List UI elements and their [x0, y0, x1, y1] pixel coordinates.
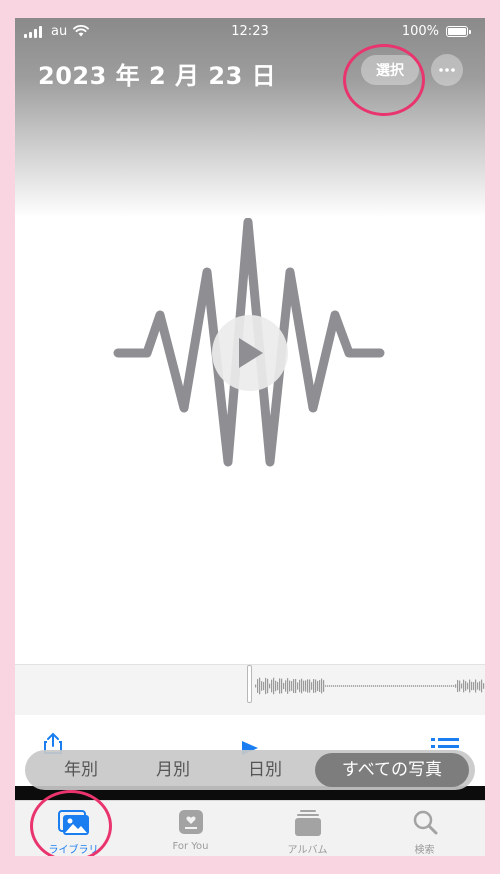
waveform-preview [255, 677, 485, 695]
battery-icon [446, 26, 471, 37]
search-icon [413, 810, 437, 835]
segment-years[interactable]: 年別 [39, 750, 123, 790]
view-segmented-control: 年別 月別 日別 すべての写真 [25, 750, 475, 790]
segment-months[interactable]: 月別 [131, 750, 215, 790]
tab-label-search: 検索 [414, 845, 435, 856]
more-button[interactable] [431, 54, 463, 86]
page-title: 2023 年 2 月 23 日 [38, 62, 277, 90]
phone-screen: au 12:23 100% 2023 年 2 月 23 日 選択 年別 月別 日… [15, 18, 485, 856]
tab-label-albums: アルバム [287, 845, 328, 856]
scrubber-playhead[interactable] [247, 665, 252, 703]
highlight-ring-select [343, 44, 425, 116]
play-icon [239, 338, 263, 368]
for-you-icon [178, 810, 203, 834]
battery-percent: 100% [401, 24, 439, 39]
albums-icon [294, 810, 321, 836]
tab-label-for-you: For You [172, 841, 209, 852]
audio-scrubber[interactable] [15, 664, 485, 715]
highlight-ring-library [30, 790, 112, 856]
status-bar: au 12:23 100% [15, 18, 485, 48]
tab-search[interactable]: 検索 [366, 801, 483, 856]
segment-days[interactable]: 日別 [223, 750, 307, 790]
ellipsis-icon [439, 68, 455, 72]
tab-for-you[interactable]: For You [132, 801, 249, 856]
play-button[interactable] [212, 315, 288, 391]
tab-albums[interactable]: アルバム [249, 801, 366, 856]
segment-all-photos[interactable]: すべての写真 [315, 753, 469, 787]
header-gradient [15, 18, 485, 218]
